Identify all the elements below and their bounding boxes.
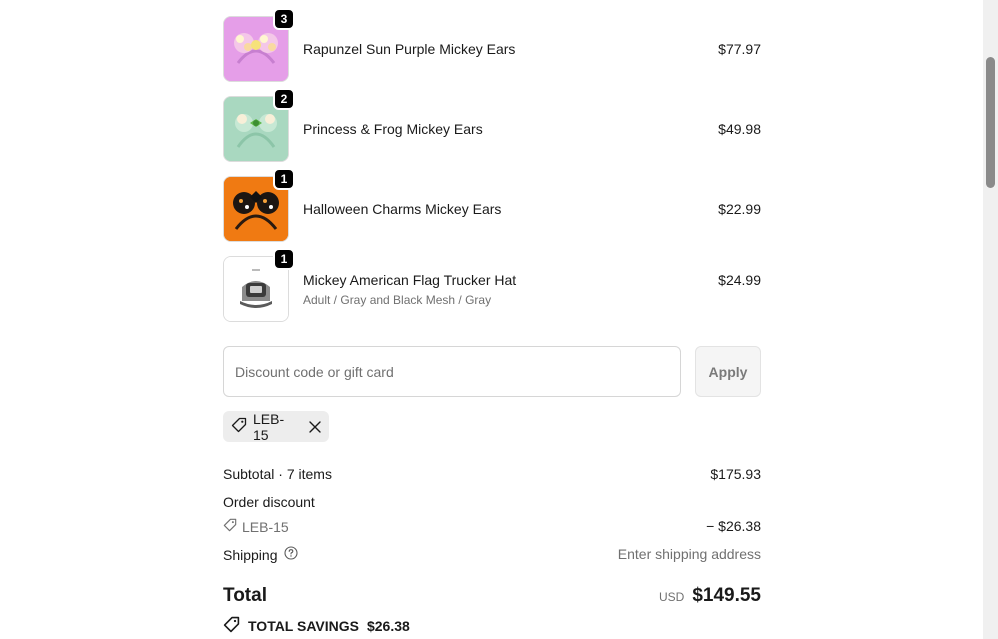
quantity-badge: 1 [273,248,295,270]
apply-discount-button[interactable]: Apply [695,346,761,397]
discount-form: Apply [223,346,761,397]
quantity-badge: 3 [273,8,295,30]
item-name: Mickey American Flag Trucker Hat [303,272,517,288]
discount-code-input[interactable] [223,346,681,397]
shipping-info: Shipping [223,546,298,563]
order-discount-label: Order discount [223,494,315,510]
tag-icon [223,518,237,535]
item-price: $77.97 [718,41,761,57]
shipping-label: Shipping [223,546,278,563]
currency-code: USD [658,590,685,604]
line-item: 1 Halloween Charms Mickey Ears $22.99 [223,168,761,242]
total-value: $149.55 [692,585,761,606]
item-name: Halloween Charms Mickey Ears [303,201,502,217]
savings-value: $26.38 [366,618,410,634]
item-price: $24.99 [718,272,761,288]
total-savings-row: TOTAL SAVINGS $26.38 [223,616,410,636]
item-name: Princess & Frog Mickey Ears [303,121,483,137]
remove-discount-button[interactable] [308,420,321,434]
item-variant: Adult / Gray and Black Mesh / Gray [303,293,492,307]
product-thumbnail: 1 [223,168,295,242]
item-price: $49.98 [718,121,761,137]
scrollbar-thumb[interactable] [986,57,995,188]
close-icon [308,420,321,433]
discount-code-info: LEB-15 [223,518,289,535]
help-icon[interactable] [283,546,298,563]
total-label: Total [223,585,267,606]
shipping-value: Enter shipping address [617,546,761,562]
subtotal-value: $175.93 [710,466,761,482]
total-row: Total USD $149.55 [223,585,761,609]
applied-code-label: LEB-15 [253,410,285,443]
line-item: 2 Princess & Frog Mickey Ears $49.98 [223,88,761,162]
scrollbar[interactable] [983,0,998,639]
discount-code-name: LEB-15 [242,518,289,535]
total-amount: USD $149.55 [659,585,761,607]
item-name: Rapunzel Sun Purple Mickey Ears [303,41,516,57]
product-thumbnail: 3 [223,8,295,82]
applied-discount-chip: LEB-15 [223,410,329,443]
discount-value: − $26.38 [706,518,761,534]
savings-label: TOTAL SAVINGS [248,618,359,634]
product-thumbnail: 1 [223,248,295,322]
tag-icon [223,616,240,636]
quantity-badge: 1 [273,168,295,190]
line-item: 3 Rapunzel Sun Purple Mickey Ears $77.97 [223,8,761,82]
subtotal-label: Subtotal · 7 items [223,466,332,482]
tag-icon [231,417,247,436]
quantity-badge: 2 [273,88,295,110]
item-price: $22.99 [718,201,761,217]
product-thumbnail: 2 [223,88,295,162]
line-item: 1 Mickey American Flag Trucker Hat Adult… [223,248,761,322]
